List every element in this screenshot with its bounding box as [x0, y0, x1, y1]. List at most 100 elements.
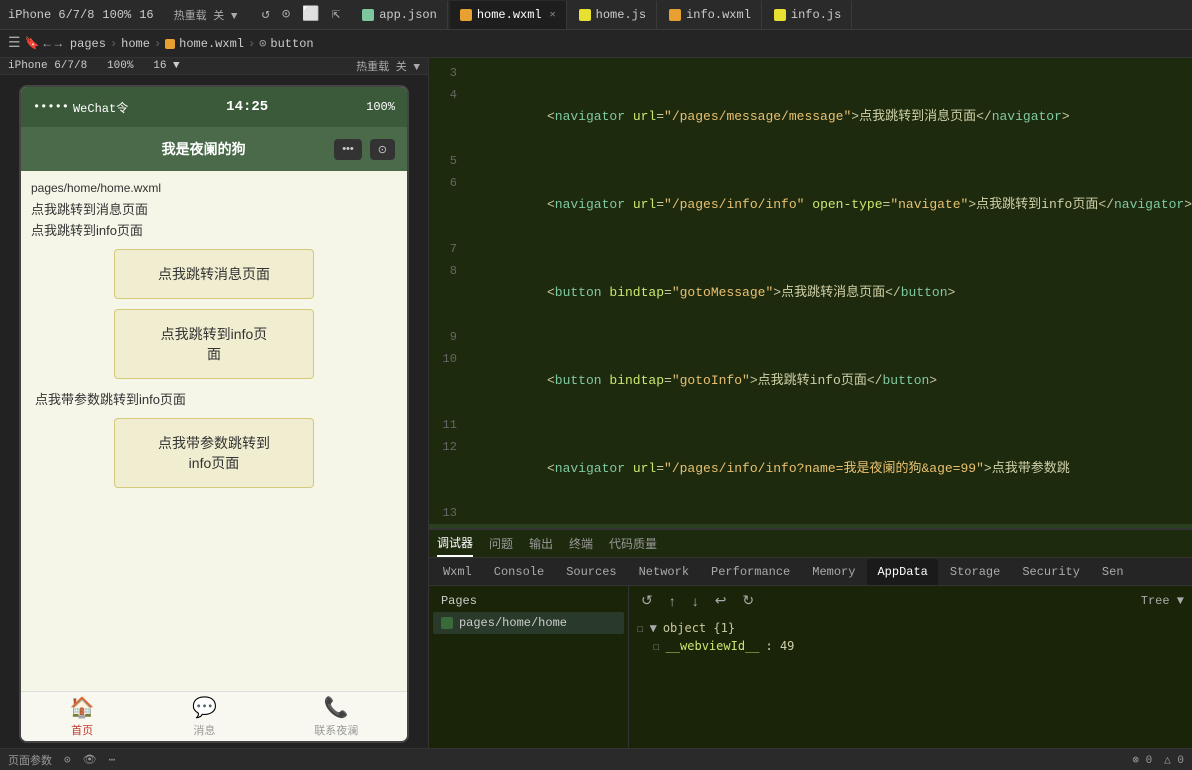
line-num-13: 13	[429, 502, 469, 524]
line-num-6: 6	[429, 172, 469, 194]
phone-status-bar: ••••• WeChat令 14:25 100%	[21, 87, 407, 127]
close-icon[interactable]: ✕	[550, 9, 556, 21]
phone-content: pages/home/home.wxml 点我跳转到消息页面 点我跳转到info…	[21, 171, 407, 691]
data-toolbar: ↺ ↑ ↓ ↩ ↻ Tree ▼	[637, 590, 1184, 611]
phone-path: pages/home/home.wxml	[31, 181, 397, 195]
tab-label-info-js: info.js	[791, 8, 841, 22]
simulator-index: 16	[139, 8, 153, 22]
status-icon1[interactable]: ⊙	[64, 753, 71, 767]
tree-child-checkbox: ☐	[653, 640, 660, 653]
phone-link1[interactable]: 点我跳转到消息页面	[31, 199, 397, 218]
debug-tab-wxml[interactable]: Wxml	[433, 559, 482, 585]
debug-tab-sources[interactable]: Sources	[556, 559, 626, 585]
tree-value: : 49	[766, 639, 795, 653]
line-num-10: 10	[429, 348, 469, 370]
tab-code-quality[interactable]: 代码质量	[609, 531, 657, 556]
debug-tab-sen[interactable]: Sen	[1092, 559, 1134, 585]
nav-circle-button[interactable]: ⊙	[370, 139, 395, 160]
breadcrumb-bar: ☰ 🔖 ← → pages › home › home.wxml › ⊙ but…	[0, 30, 1192, 58]
right-panel: 3 4 <navigator url="/pages/message/messa…	[429, 58, 1192, 748]
status-icon2[interactable]: 👁	[83, 753, 97, 767]
up-button[interactable]: ↑	[665, 591, 680, 611]
network-label: WeChat令	[73, 99, 128, 116]
tab-info-wxml[interactable]: info.wxml	[659, 1, 762, 29]
tab-terminal[interactable]: 终端	[569, 531, 593, 556]
code-line-9: 9	[429, 326, 1192, 348]
tab-info-js[interactable]: info.js	[764, 1, 852, 29]
code-editor[interactable]: 3 4 <navigator url="/pages/message/messa…	[429, 58, 1192, 528]
debug-tab-memory[interactable]: Memory	[802, 559, 865, 585]
phone-btn2[interactable]: 点我跳转到info页 面	[114, 309, 314, 379]
debug-tab-storage[interactable]: Storage	[940, 559, 1010, 585]
btn2-line1: 点我跳转到info页	[161, 326, 268, 342]
pages-item-home[interactable]: pages/home/home	[433, 612, 624, 634]
tab-issues[interactable]: 问题	[489, 531, 513, 556]
status-icon3[interactable]: ⋯	[109, 753, 116, 767]
tab-icon-info-js	[774, 9, 786, 21]
line-num-9: 9	[429, 326, 469, 348]
phone-btn3[interactable]: 点我带参数跳转到 info页面	[114, 418, 314, 488]
btn2-line2: 面	[207, 346, 221, 362]
tab-app-json[interactable]: app.json	[352, 1, 448, 29]
code-line-6: 6 <navigator url="/pages/info/info" open…	[429, 172, 1192, 238]
tablet-icon[interactable]: ⬜	[302, 6, 319, 23]
breadcrumb-button-icon: ⊙	[259, 36, 266, 51]
phone-simulator-panel: iPhone 6/7/8 100% 16 ▼ 热重载 关 ▼ ••••• WeC…	[0, 58, 429, 748]
tree-label: Tree ▼	[1141, 594, 1184, 608]
phone-bottom-nav: 🏠 首页 💬 消息 📞 联系夜澜	[21, 691, 407, 741]
down-button[interactable]: ↓	[688, 591, 703, 611]
bottom-nav-contact[interactable]: 📞 联系夜澜	[314, 695, 358, 738]
phone-nav-bar: 我是夜阑的狗 ••• ⊙	[21, 127, 407, 171]
bottom-nav-home[interactable]: 🏠 首页	[70, 695, 95, 738]
page-params-label[interactable]: 页面参数	[8, 752, 52, 768]
back-icon[interactable]: ←	[44, 37, 51, 51]
tab-output[interactable]: 输出	[529, 531, 553, 556]
debug-tab-security[interactable]: Security	[1012, 559, 1090, 585]
expand-icon[interactable]: ⇱	[332, 6, 340, 23]
breadcrumb-home[interactable]: home	[121, 37, 150, 51]
phone-footer-text: 点我带参数跳转到info页面	[35, 389, 393, 408]
breadcrumb-pages[interactable]: pages	[70, 37, 106, 51]
forward-icon[interactable]: →	[55, 37, 62, 51]
refresh-icon[interactable]: ↺	[261, 6, 269, 23]
refresh-button[interactable]: ↺	[637, 590, 657, 611]
error-count: ⊗ 0	[1132, 753, 1152, 767]
bookmark-icon[interactable]: 🔖	[25, 36, 40, 51]
line-num-3: 3	[429, 62, 469, 84]
debug-tab-network[interactable]: Network	[629, 559, 699, 585]
breadcrumb-home-wxml[interactable]: home.wxml	[179, 37, 244, 51]
debug-tab-appdata[interactable]: AppData	[867, 559, 937, 585]
editor-tabs: app.json home.wxml ✕ home.js info.wxml i…	[352, 1, 1184, 29]
stop-icon[interactable]: ⊙	[282, 6, 290, 23]
time-label: 14:25	[226, 99, 268, 115]
breadcrumb-button[interactable]: button	[270, 37, 313, 51]
hotreload-label: 热重载 关 ▼	[174, 7, 238, 23]
phone-link2[interactable]: 点我跳转到info页面	[31, 220, 397, 239]
tree-checkbox-icon: ☐	[637, 622, 644, 635]
top-bar: iPhone 6/7/8 100% 16 热重载 关 ▼ ↺ ⊙ ⬜ ⇱ app…	[0, 0, 1192, 30]
nav-dots-button[interactable]: •••	[334, 139, 362, 160]
bottom-tabs-bar: 调试器 问题 输出 终端 代码质量	[429, 530, 1192, 558]
sidebar-icon[interactable]: ☰	[8, 35, 21, 52]
tab-icon-home-js	[579, 9, 591, 21]
tab-home-wxml[interactable]: home.wxml ✕	[450, 1, 567, 29]
tab-home-js[interactable]: home.js	[569, 1, 657, 29]
undo-button[interactable]: ↩	[711, 590, 731, 611]
hotreload-indicator[interactable]: 热重载 关 ▼	[356, 58, 420, 74]
tab-label-home-wxml: home.wxml	[477, 8, 542, 22]
simulator-area: ••••• WeChat令 14:25 100% 我是夜阑的狗 ••• ⊙	[0, 75, 428, 748]
bottom-nav-message-label: 消息	[193, 722, 215, 738]
tab-debugger[interactable]: 调试器	[437, 530, 473, 557]
tree-arrow[interactable]: ▼	[650, 621, 657, 635]
hotreload[interactable]: 热重载 关 ▼	[174, 7, 238, 23]
redo-button[interactable]: ↻	[738, 590, 758, 611]
debug-tab-console[interactable]: Console	[484, 559, 554, 585]
debug-tab-performance[interactable]: Performance	[701, 559, 800, 585]
bottom-nav-message[interactable]: 💬 消息	[192, 695, 217, 738]
phone-btn1[interactable]: 点我跳转消息页面	[114, 249, 314, 299]
pages-header: Pages	[433, 590, 624, 612]
code-line-5: 5	[429, 150, 1192, 172]
device-selector[interactable]: iPhone 6/7/8 100% 16	[8, 8, 154, 22]
line-content-8: <button bindtap="gotoMessage">点我跳转消息页面</…	[469, 260, 1192, 326]
line-content-4: <navigator url="/pages/message/message">…	[469, 84, 1192, 150]
